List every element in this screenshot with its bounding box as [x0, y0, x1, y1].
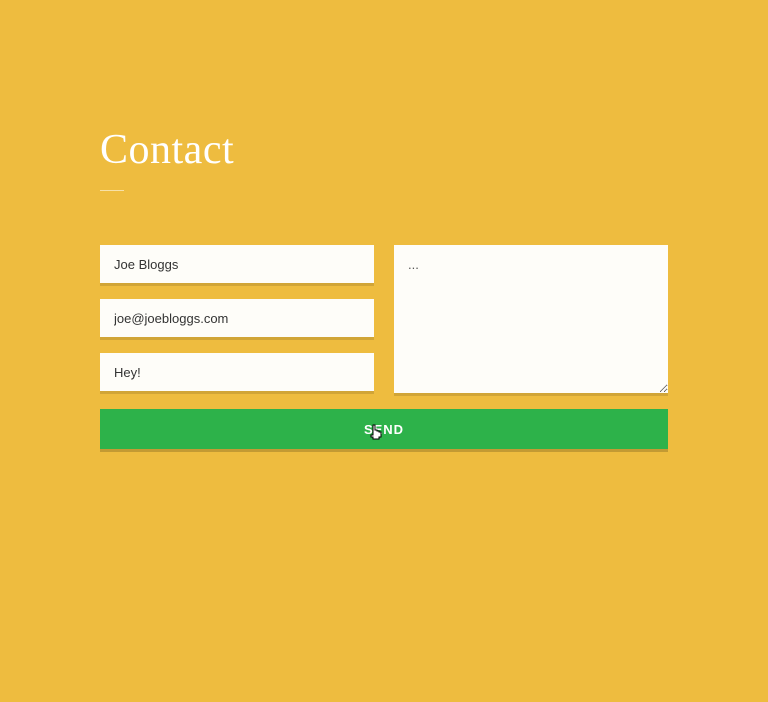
message-textarea[interactable]: ...	[394, 245, 668, 393]
form-area: ...	[100, 245, 668, 393]
email-input[interactable]	[100, 299, 374, 337]
name-input[interactable]	[100, 245, 374, 283]
contact-form-container: Contact ... SEND	[0, 126, 768, 449]
form-left-column	[100, 245, 374, 393]
send-button[interactable]: SEND	[100, 409, 668, 449]
send-button-label: SEND	[364, 422, 404, 437]
form-right-column: ...	[394, 245, 668, 393]
page-title: Contact	[100, 126, 668, 174]
subject-input[interactable]	[100, 353, 374, 391]
title-divider	[100, 190, 124, 191]
